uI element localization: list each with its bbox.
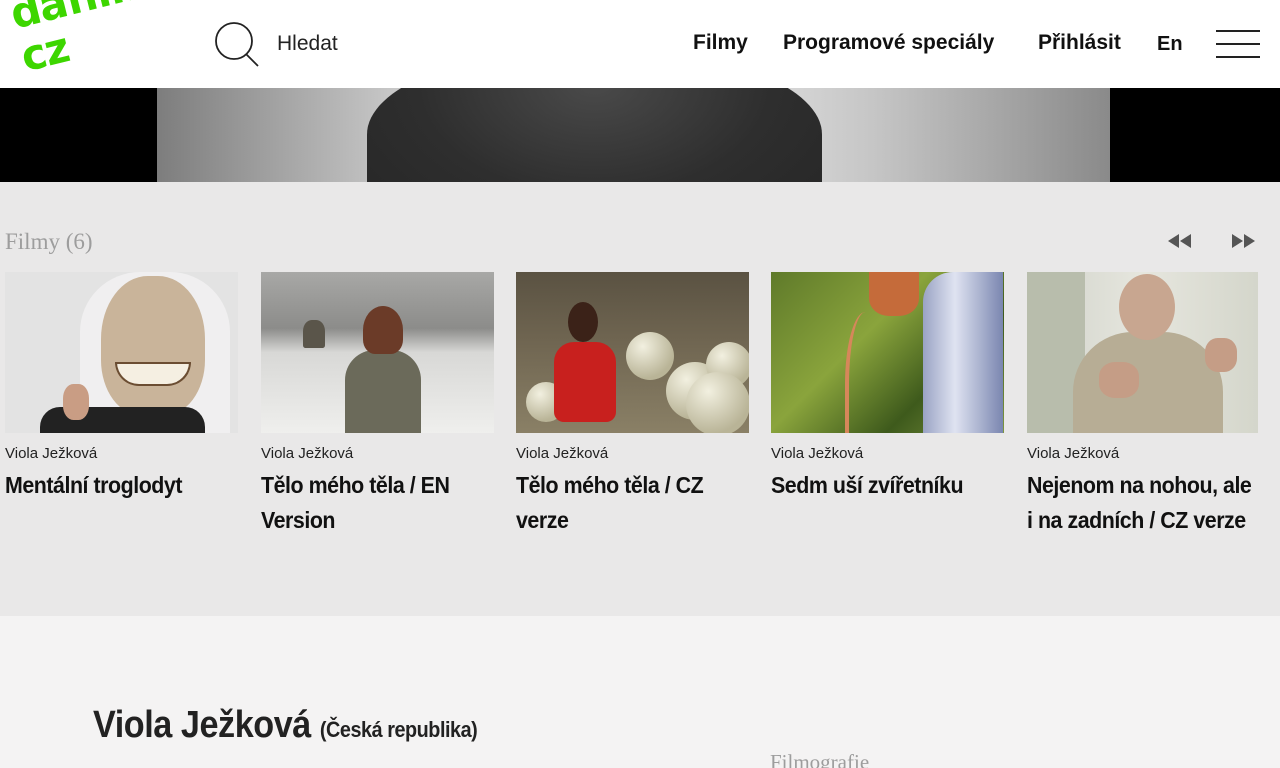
nav-login[interactable]: Přihlásit xyxy=(1038,31,1121,55)
films-section-title: Filmy (6) xyxy=(5,229,93,254)
film-card[interactable]: Viola Ježková Nejenom na nohou, ale i na… xyxy=(1027,272,1258,538)
film-thumbnail[interactable] xyxy=(516,272,749,433)
search-input[interactable]: Hledat xyxy=(277,32,338,56)
film-card[interactable]: Viola Ježková Tělo mého těla / CZ verze xyxy=(516,272,749,538)
film-author[interactable]: Viola Ježková xyxy=(261,445,494,462)
profile-name: Viola Ježková xyxy=(93,704,311,746)
film-title[interactable]: Nejenom na nohou, ale i na zadních / CZ … xyxy=(1027,468,1260,538)
films-section: Filmy (6) Viola Ježková Mentální troglod… xyxy=(0,182,1280,616)
film-author[interactable]: Viola Ježková xyxy=(5,445,238,462)
nav-films[interactable]: Filmy xyxy=(693,31,748,55)
film-thumbnail[interactable] xyxy=(261,272,494,433)
hero-image xyxy=(157,88,1110,182)
search-icon[interactable] xyxy=(212,20,260,68)
menu-icon[interactable] xyxy=(1216,30,1260,58)
prev-arrow-icon[interactable] xyxy=(1166,232,1194,250)
site-header: dafilms. cz Hledat Filmy Programové spec… xyxy=(0,0,1280,88)
profile-section: Viola Ježková (Česká republika) Filmogra… xyxy=(0,616,1280,768)
profile-country: (Česká republika) xyxy=(319,717,478,742)
next-arrow-icon[interactable] xyxy=(1229,232,1257,250)
film-author[interactable]: Viola Ježková xyxy=(516,445,749,462)
film-title[interactable]: Tělo mého těla / EN Version xyxy=(261,468,494,538)
logo-text: dafilms. cz xyxy=(5,0,185,82)
film-thumbnail[interactable] xyxy=(771,272,1004,433)
film-author[interactable]: Viola Ježková xyxy=(1027,445,1258,462)
dafilms-logo[interactable]: dafilms. cz xyxy=(0,0,185,88)
film-title[interactable]: Sedm uší zvířetníku xyxy=(771,468,1004,503)
film-thumbnail[interactable] xyxy=(5,272,238,433)
film-card[interactable]: Viola Ježková Sedm uší zvířetníku xyxy=(771,272,1004,503)
filmography-label: Filmografie xyxy=(770,750,870,768)
film-author[interactable]: Viola Ježková xyxy=(771,445,1004,462)
film-card[interactable]: Viola Ježková Tělo mého těla / EN Versio… xyxy=(261,272,494,538)
nav-program-specials[interactable]: Programové speciály xyxy=(783,31,994,55)
language-switch[interactable]: En xyxy=(1157,33,1183,56)
film-title[interactable]: Mentální troglodyt xyxy=(5,468,238,503)
film-thumbnail[interactable] xyxy=(1027,272,1258,433)
film-card[interactable]: Viola Ježková Mentální troglodyt xyxy=(5,272,238,503)
profile-heading: Viola Ježková (Česká republika) xyxy=(93,704,478,747)
film-title[interactable]: Tělo mého těla / CZ verze xyxy=(516,468,749,538)
hero-figure xyxy=(367,88,822,182)
hero-banner xyxy=(0,88,1280,182)
